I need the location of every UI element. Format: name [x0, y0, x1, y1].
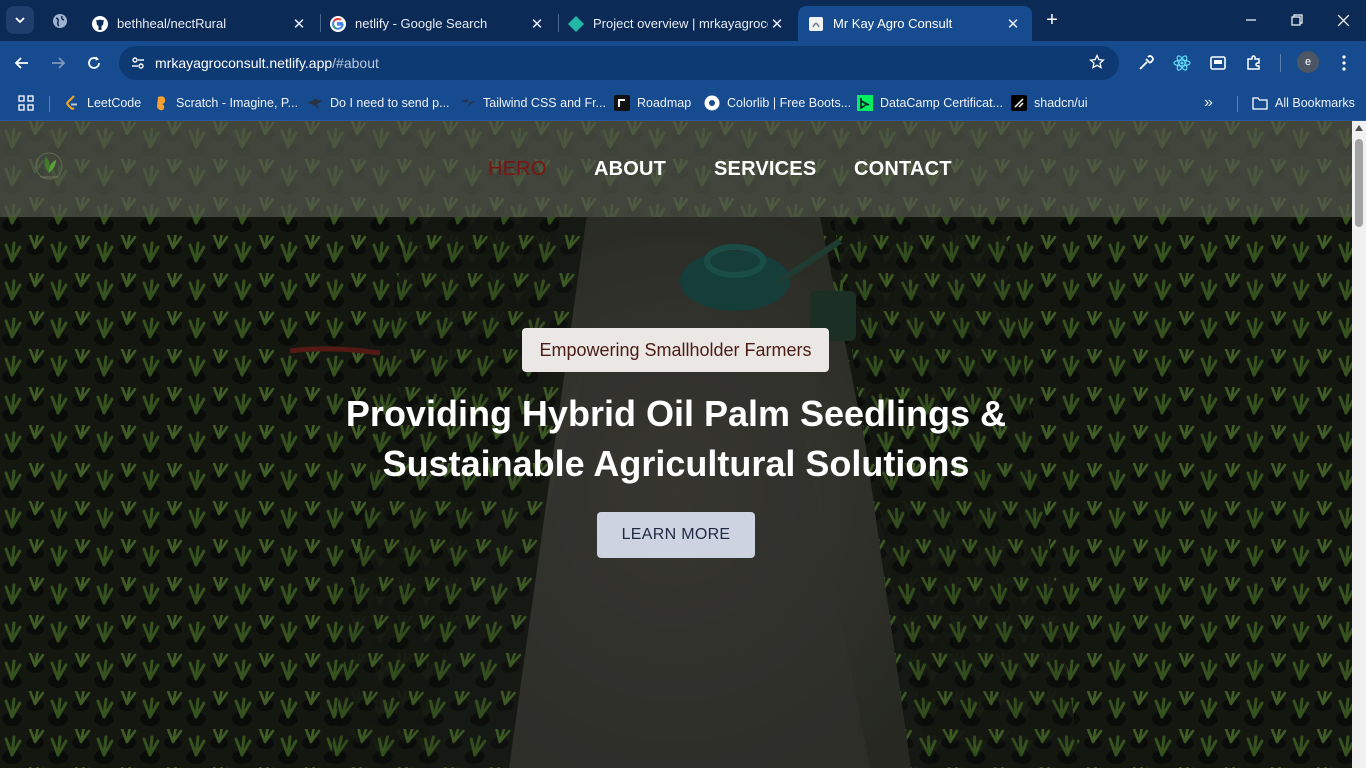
tab-google[interactable]: netlify - Google Search ✕ — [320, 6, 556, 41]
pinned-tab[interactable] — [46, 7, 74, 35]
bookmark-label: All Bookmarks — [1275, 96, 1355, 110]
netlify-icon — [568, 15, 584, 32]
tab-netlify[interactable]: Project overview | mrkayagroconsult ✕ — [558, 6, 796, 41]
hero-badge: Empowering Smallholder Farmers — [522, 328, 829, 372]
site-settings-icon[interactable] — [121, 55, 155, 71]
tab-title: Project overview | mrkayagroconsult — [593, 16, 768, 31]
nav-link-hero[interactable]: HERO — [488, 158, 547, 181]
bookmark-label: DataCamp Certificat... — [880, 96, 1003, 110]
minimize-icon — [1246, 19, 1256, 21]
tab-title: Mr Kay Agro Consult — [833, 16, 953, 31]
toolbar-divider — [1280, 54, 1281, 72]
close-icon[interactable]: ✕ — [1004, 15, 1022, 33]
folder-icon — [1252, 95, 1268, 111]
profile-avatar[interactable]: e — [1297, 51, 1319, 73]
bookmark-label: Tailwind CSS and Fr... — [483, 96, 606, 110]
bookmark-label: Colorlib | Free Boots... — [727, 96, 852, 110]
forward-button[interactable] — [44, 49, 72, 77]
chevron-down-icon — [15, 17, 25, 24]
menu-kebab-icon[interactable] — [1333, 52, 1355, 74]
bookmark-label: Scratch - Imagine, P... — [176, 96, 299, 110]
url-text: mrkayagroconsult.netlify.app/#about — [155, 55, 379, 71]
scroll-up-arrow-icon[interactable] — [1355, 125, 1363, 131]
reload-button[interactable] — [80, 49, 108, 77]
tab-title: netlify - Google Search — [355, 16, 488, 31]
arrow-right-icon — [52, 57, 66, 69]
bookmark-do-i-need[interactable]: Do I need to send p... — [307, 92, 450, 114]
tab-active-site[interactable]: Mr Kay Agro Consult ✕ — [798, 6, 1032, 41]
learn-more-button[interactable]: LEARN MORE — [597, 512, 755, 558]
url-host: mrkayagroconsult.netlify.app — [155, 55, 333, 71]
eyedropper-icon[interactable] — [1135, 52, 1157, 74]
hero-headline-line-1: Providing Hybrid Oil Palm Seedlings & — [345, 393, 1007, 434]
github-icon — [92, 15, 108, 32]
bookmark-leetcode[interactable]: LeetCode — [64, 92, 141, 114]
close-icon[interactable]: ✕ — [290, 15, 308, 33]
bookmarks-bar: LeetCode Scratch - Imagine, P... Do I ne… — [0, 85, 1366, 121]
media-extension-icon[interactable] — [1207, 52, 1229, 74]
scroll-thumb[interactable] — [1355, 139, 1363, 227]
roadmap-icon — [614, 95, 630, 111]
bird-icon — [307, 95, 323, 111]
shadcn-icon — [1011, 95, 1027, 111]
tab-title: bethheal/nectRural — [117, 16, 227, 31]
bookmark-label: LeetCode — [87, 96, 142, 110]
page-icon — [808, 16, 824, 32]
page-scrollbar[interactable] — [1352, 121, 1366, 768]
react-devtools-icon[interactable] — [1171, 52, 1193, 74]
browser-toolbar: mrkayagroconsult.netlify.app/#about e — [0, 41, 1366, 85]
leetcode-icon — [64, 95, 80, 111]
nav-link-contact[interactable]: CONTACT — [854, 158, 952, 181]
bookmark-roadmap[interactable]: Roadmap — [614, 92, 691, 114]
bookmark-scratch[interactable]: Scratch - Imagine, P... — [153, 92, 298, 114]
restore-button[interactable] — [1274, 0, 1320, 40]
scratch-icon — [153, 95, 169, 111]
close-icon — [1337, 14, 1349, 26]
apps-grid-icon[interactable] — [18, 92, 34, 114]
bookmark-shadcn[interactable]: shadcn/ui — [1011, 92, 1088, 114]
bookmark-label: Roadmap — [637, 96, 692, 110]
new-tab-button[interactable]: + — [1040, 8, 1064, 32]
bookmark-tailwind[interactable]: Tailwind CSS and Fr... — [460, 92, 606, 114]
globe-icon — [53, 14, 67, 28]
bookmarks-overflow-icon[interactable]: » — [1204, 92, 1213, 114]
url-path: /#about — [332, 55, 379, 71]
datacamp-icon — [857, 95, 873, 111]
bookmarks-divider — [1237, 96, 1238, 112]
hero-headline-line-2: Sustainable Agricultural Solutions — [382, 443, 970, 484]
page-viewport: HERO ABOUT SERVICES CONTACT Empowering S… — [0, 121, 1352, 768]
bookmark-label: shadcn/ui — [1034, 96, 1088, 110]
tab-search-button[interactable] — [6, 6, 34, 34]
back-button[interactable] — [8, 49, 36, 77]
tab-github[interactable]: bethheal/nectRural ✕ — [82, 6, 318, 41]
all-bookmarks-folder[interactable]: All Bookmarks — [1252, 92, 1355, 114]
close-icon[interactable]: ✕ — [528, 15, 546, 33]
extensions-puzzle-icon[interactable] — [1243, 52, 1265, 74]
nav-link-services[interactable]: SERVICES — [714, 158, 816, 181]
window-close-button[interactable] — [1320, 0, 1366, 40]
hero-headline: Providing Hybrid Oil Palm Seedlings & Su… — [276, 389, 1076, 489]
tab-strip: bethheal/nectRural ✕ netlify - Google Se… — [0, 0, 1366, 41]
reload-icon — [88, 56, 100, 69]
minimize-button[interactable] — [1228, 0, 1274, 40]
address-bar[interactable]: mrkayagroconsult.netlify.app/#about — [119, 46, 1119, 80]
bookmark-colorlib[interactable]: Colorlib | Free Boots... — [704, 92, 851, 114]
site-navbar: HERO ABOUT SERVICES CONTACT — [0, 121, 1352, 217]
bookmark-datacamp[interactable]: DataCamp Certificat... — [857, 92, 1003, 114]
bookmark-label: Do I need to send p... — [330, 96, 450, 110]
site-logo[interactable] — [32, 149, 66, 183]
bookmarks-divider — [49, 96, 50, 112]
google-icon — [330, 15, 346, 32]
close-icon[interactable]: ✕ — [768, 15, 786, 33]
colorlib-icon — [704, 95, 720, 111]
arrow-left-icon — [14, 57, 28, 69]
tailwind-icon — [460, 95, 476, 111]
nav-link-about[interactable]: ABOUT — [594, 158, 666, 181]
restore-icon — [1291, 14, 1303, 26]
bookmark-star-icon[interactable] — [1089, 53, 1105, 75]
